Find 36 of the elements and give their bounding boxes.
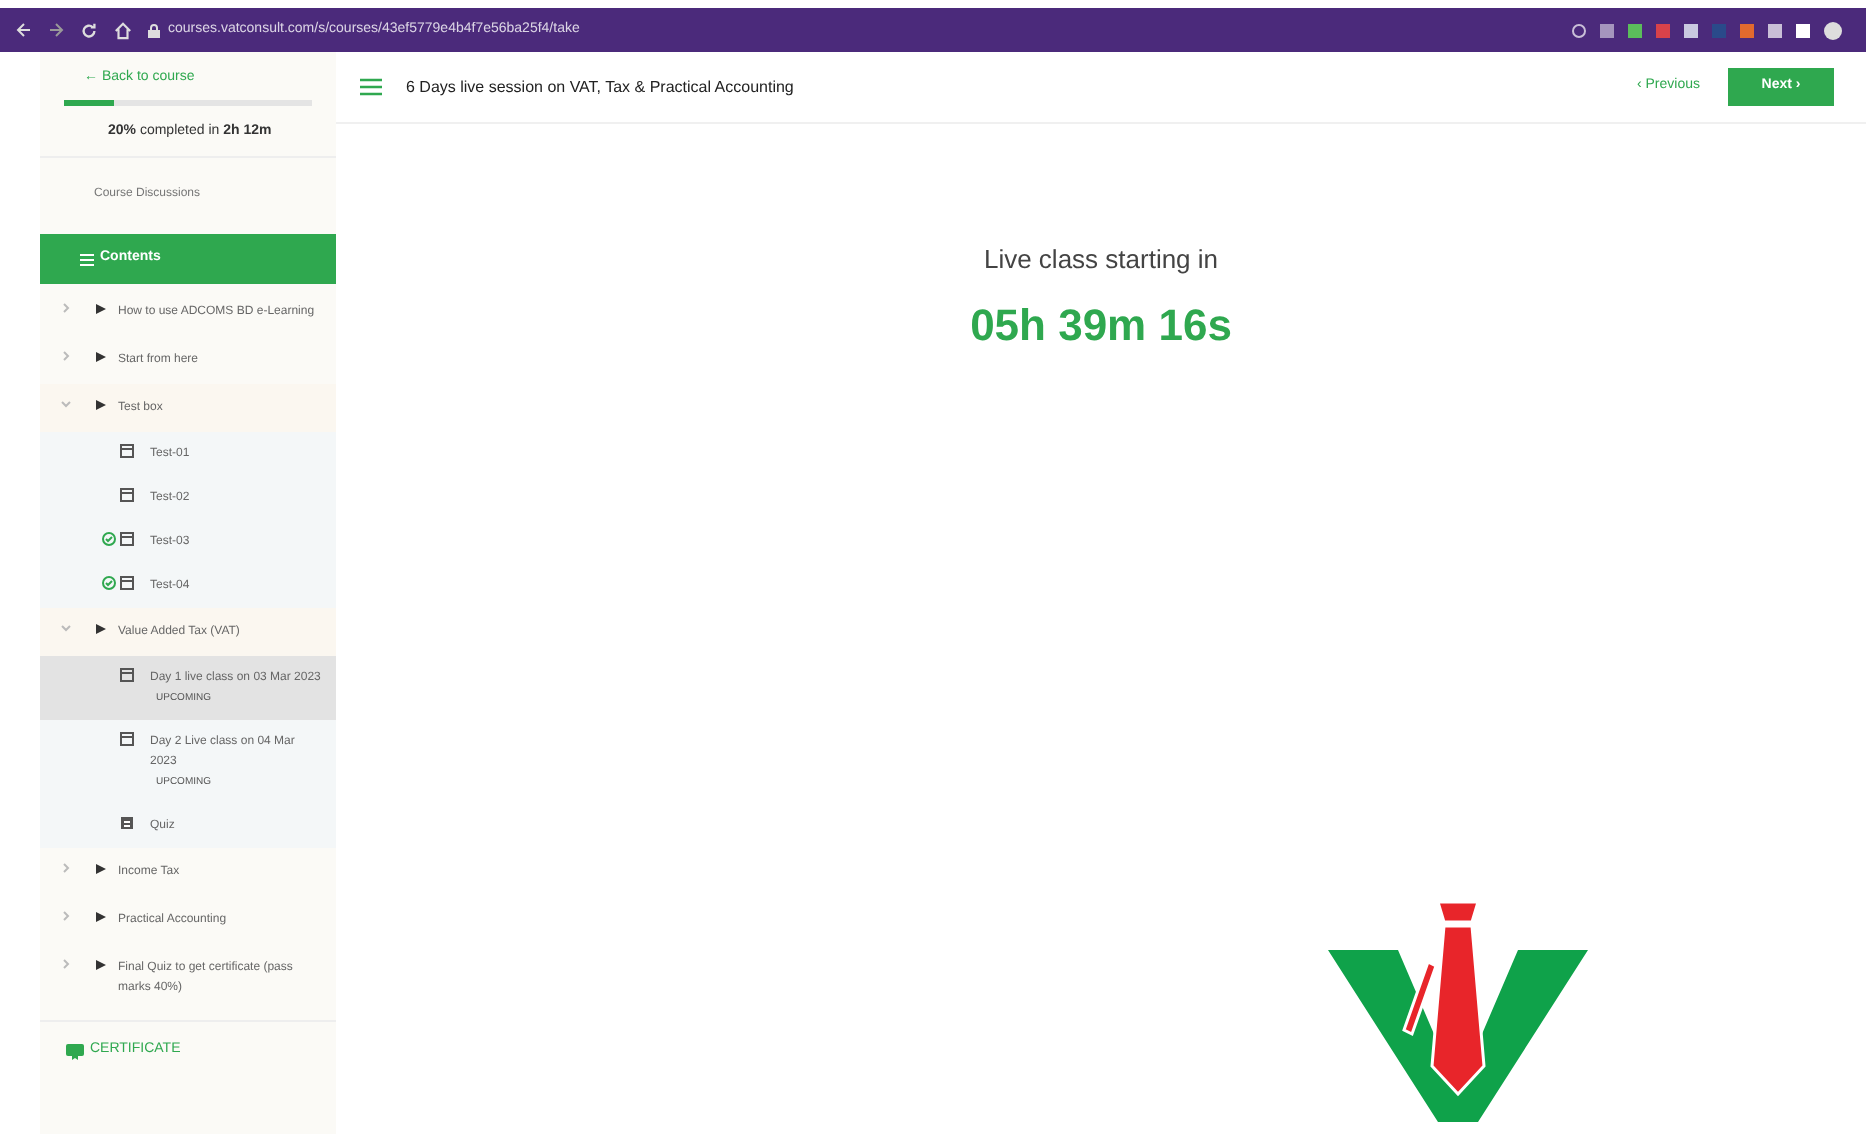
home-icon[interactable]	[114, 21, 132, 39]
bullet-icon	[96, 960, 106, 970]
menu-icon[interactable]	[360, 78, 382, 96]
bullet-icon	[96, 912, 106, 922]
bullet-icon	[96, 400, 106, 410]
bullet-icon	[96, 864, 106, 874]
chevron-right-icon	[60, 958, 72, 970]
certificate-icon	[66, 1043, 84, 1059]
chevron-right-icon	[60, 350, 72, 362]
lesson-icon	[120, 576, 134, 590]
chevron-down-icon	[60, 398, 72, 410]
lesson-icon	[120, 488, 134, 502]
bullet-icon	[96, 624, 106, 634]
quiz-icon	[120, 816, 134, 830]
chevron-right-icon	[60, 862, 72, 874]
extension-icons[interactable]	[1572, 21, 1842, 39]
lock-icon	[148, 23, 160, 37]
reload-icon[interactable]	[80, 21, 98, 39]
bullet-icon	[96, 352, 106, 362]
chevron-down-icon	[60, 622, 72, 634]
check-circle-icon	[102, 576, 116, 590]
chevron-right-icon	[60, 302, 72, 314]
lesson-icon	[120, 532, 134, 546]
countdown-timer: 05h 39m 16s	[970, 297, 1232, 353]
forward-arrow-icon[interactable]	[48, 22, 64, 38]
lesson-icon	[120, 444, 134, 458]
back-arrow-icon[interactable]	[16, 22, 32, 38]
bullet-icon	[96, 304, 106, 314]
lesson-icon	[120, 668, 134, 682]
list-icon	[80, 253, 94, 265]
lesson-icon	[120, 732, 134, 746]
chevron-right-icon	[60, 910, 72, 922]
countdown-caption: Live class starting in	[983, 242, 1219, 278]
course-title: 6 Days live session on VAT, Tax & Practical Accounting	[406, 75, 796, 99]
check-circle-icon	[102, 532, 116, 546]
logo-icon	[1328, 902, 1588, 1122]
